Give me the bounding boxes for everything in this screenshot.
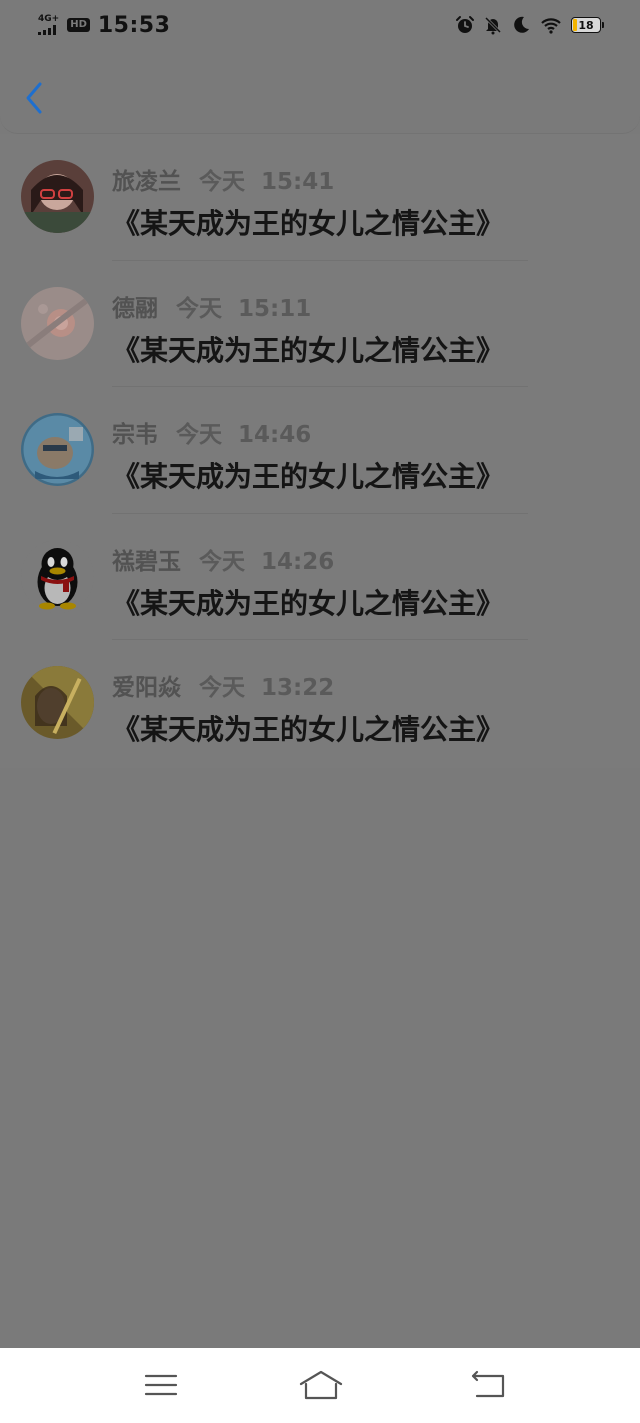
status-left: 4G+ HD 15:53 — [38, 13, 170, 38]
home-icon[interactable] — [298, 1368, 344, 1402]
message-meta: 爱阳焱 今天 13:22 — [112, 668, 334, 702]
message-text: 《某天成为王的女儿之情公主》 — [112, 713, 505, 746]
network-label: 4G+ — [38, 14, 60, 24]
message-time: 今天 14:26 — [199, 548, 335, 575]
message-text: 《某天成为王的女儿之情公主》 — [112, 333, 505, 367]
sender-name: 爱阳焱 — [112, 675, 181, 701]
list-item[interactable]: 爱阳焱 今天 13:22 《某天成为王的女儿之情公主》 — [0, 640, 640, 767]
message-meta: 旅凌兰 今天 15:41 — [112, 162, 334, 196]
signal-icon — [38, 25, 56, 35]
battery-level: 18 — [578, 18, 594, 32]
mute-icon — [484, 16, 502, 35]
message-text: 《某天成为王的女儿之情公主》 — [112, 586, 505, 620]
message-time: 今天 13:22 — [199, 675, 335, 701]
list-item[interactable]: 禚碧玉 今天 14:26 《某天成为王的女儿之情公主》 — [0, 514, 640, 640]
sender-name: 旅凌兰 — [112, 169, 181, 195]
alarm-icon — [456, 16, 474, 33]
avatar — [21, 160, 94, 233]
bottom-navbar — [0, 1348, 640, 1423]
message-text: 《某天成为王的女儿之情公主》 — [112, 460, 505, 493]
avatar — [21, 286, 94, 360]
sender-name: 宗韦 — [112, 422, 158, 448]
menu-icon[interactable] — [141, 1368, 181, 1402]
message-time: 今天 14:46 — [176, 422, 312, 448]
status-bar: 4G+ HD 15:53 18 — [0, 0, 640, 50]
sender-name: 德翮 — [112, 295, 158, 322]
chevron-left-icon[interactable] — [20, 78, 48, 118]
message-text: 《某天成为王的女儿之情公主》 — [112, 207, 505, 240]
avatar — [21, 539, 94, 613]
message-time: 今天 15:41 — [199, 169, 335, 195]
message-time: 今天 15:11 — [176, 295, 312, 322]
avatar — [21, 413, 94, 486]
moon-icon — [514, 16, 529, 33]
hd-badge: HD — [67, 18, 90, 32]
avatar — [21, 666, 94, 739]
sender-name: 禚碧玉 — [112, 548, 181, 575]
message-meta: 宗韦 今天 14:46 — [112, 415, 311, 449]
network-indicator: 4G+ — [38, 15, 59, 35]
status-right: 18 — [455, 15, 604, 35]
message-meta: 禚碧玉 今天 14:26 — [112, 542, 334, 576]
wifi-icon — [541, 18, 561, 34]
message-meta: 德翮 今天 15:11 — [112, 289, 311, 323]
header — [0, 50, 640, 134]
battery-icon: 18 — [571, 17, 604, 33]
back-icon[interactable] — [469, 1368, 509, 1402]
list-item[interactable]: 旅凌兰 今天 15:41 《某天成为王的女儿之情公主》 — [0, 134, 640, 261]
message-list: 旅凌兰 今天 15:41 《某天成为王的女儿之情公主》 德翮 今天 15:11 … — [0, 134, 640, 768]
list-item[interactable]: 宗韦 今天 14:46 《某天成为王的女儿之情公主》 — [0, 387, 640, 514]
status-time: 15:53 — [97, 12, 171, 38]
list-item[interactable]: 德翮 今天 15:11 《某天成为王的女儿之情公主》 — [0, 261, 640, 387]
